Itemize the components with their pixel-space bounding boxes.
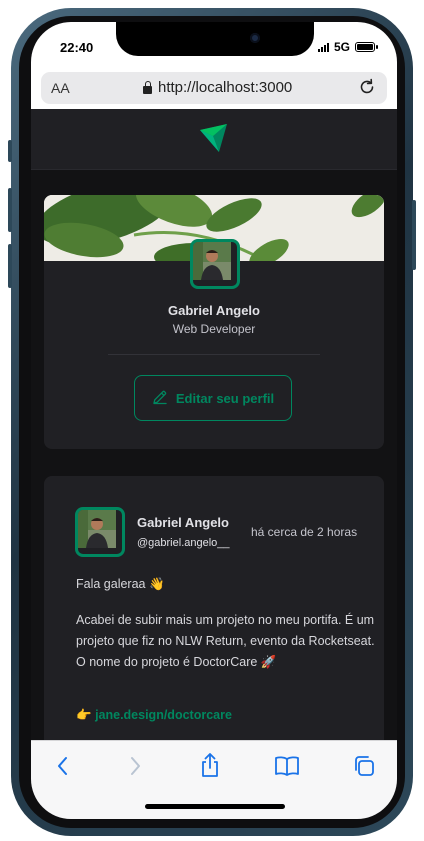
status-time: 22:40: [60, 40, 94, 55]
back-icon[interactable]: [55, 755, 71, 782]
tabs-icon[interactable]: [353, 755, 375, 782]
post-link-line: 👉 jane.design/doctorcare: [76, 708, 232, 723]
logo-icon[interactable]: [199, 122, 229, 159]
signal-icon: [317, 42, 329, 52]
browser-toolbar: [31, 740, 397, 819]
post-greeting: Fala galeraa 👋: [76, 577, 165, 591]
screen: 22:40 5G AA http://localhost:3000 Gabrie…: [31, 22, 397, 819]
edit-profile-button[interactable]: Editar seu perfil: [134, 375, 292, 421]
pointing-hand-icon: 👉: [76, 708, 92, 722]
pencil-icon: [152, 389, 168, 408]
post-body: Acabei de subir mais um projeto no meu p…: [76, 613, 375, 669]
profile-divider: [108, 354, 320, 355]
text-size-button[interactable]: AA: [51, 80, 70, 96]
bookmarks-icon[interactable]: [274, 755, 300, 782]
profile-avatar[interactable]: [190, 239, 240, 289]
address-bar[interactable]: AA http://localhost:3000: [41, 72, 387, 104]
battery-icon: [355, 42, 378, 52]
share-icon[interactable]: [199, 752, 221, 783]
mute-switch: [8, 140, 12, 162]
home-indicator[interactable]: [145, 804, 285, 809]
lock-icon: [143, 80, 152, 94]
status-bar: 22:40 5G: [31, 22, 397, 72]
feed-area: Gabriel Angelo Web Developer Editar seu …: [31, 170, 397, 740]
post-link[interactable]: jane.design/doctorcare: [95, 708, 232, 722]
post-timestamp: há cerca de 2 horas: [251, 525, 358, 539]
post-author-name[interactable]: Gabriel Angelo: [137, 515, 229, 530]
reload-icon[interactable]: [357, 77, 377, 102]
power-button: [412, 200, 416, 270]
url-text: http://localhost:3000: [158, 79, 293, 96]
front-camera: [250, 33, 260, 43]
profile-card: Gabriel Angelo Web Developer Editar seu …: [44, 195, 384, 449]
url-field[interactable]: http://localhost:3000: [143, 79, 292, 96]
forward-icon[interactable]: [127, 755, 143, 782]
volume-down-button: [8, 244, 12, 288]
post-card: Gabriel Angelo @gabriel.angelo__ há cerc…: [44, 476, 384, 740]
edit-profile-label: Editar seu perfil: [175, 390, 275, 406]
status-indicators: 5G: [317, 40, 378, 54]
profile-role: Web Developer: [172, 322, 256, 336]
profile-name: Gabriel Angelo: [168, 303, 260, 318]
post-author-avatar[interactable]: [75, 507, 125, 557]
volume-up-button: [8, 188, 12, 232]
network-label: 5G: [333, 40, 350, 54]
notch: [116, 22, 314, 56]
post-author-handle: @gabriel.angelo__: [137, 537, 230, 549]
app-header: [31, 109, 397, 170]
